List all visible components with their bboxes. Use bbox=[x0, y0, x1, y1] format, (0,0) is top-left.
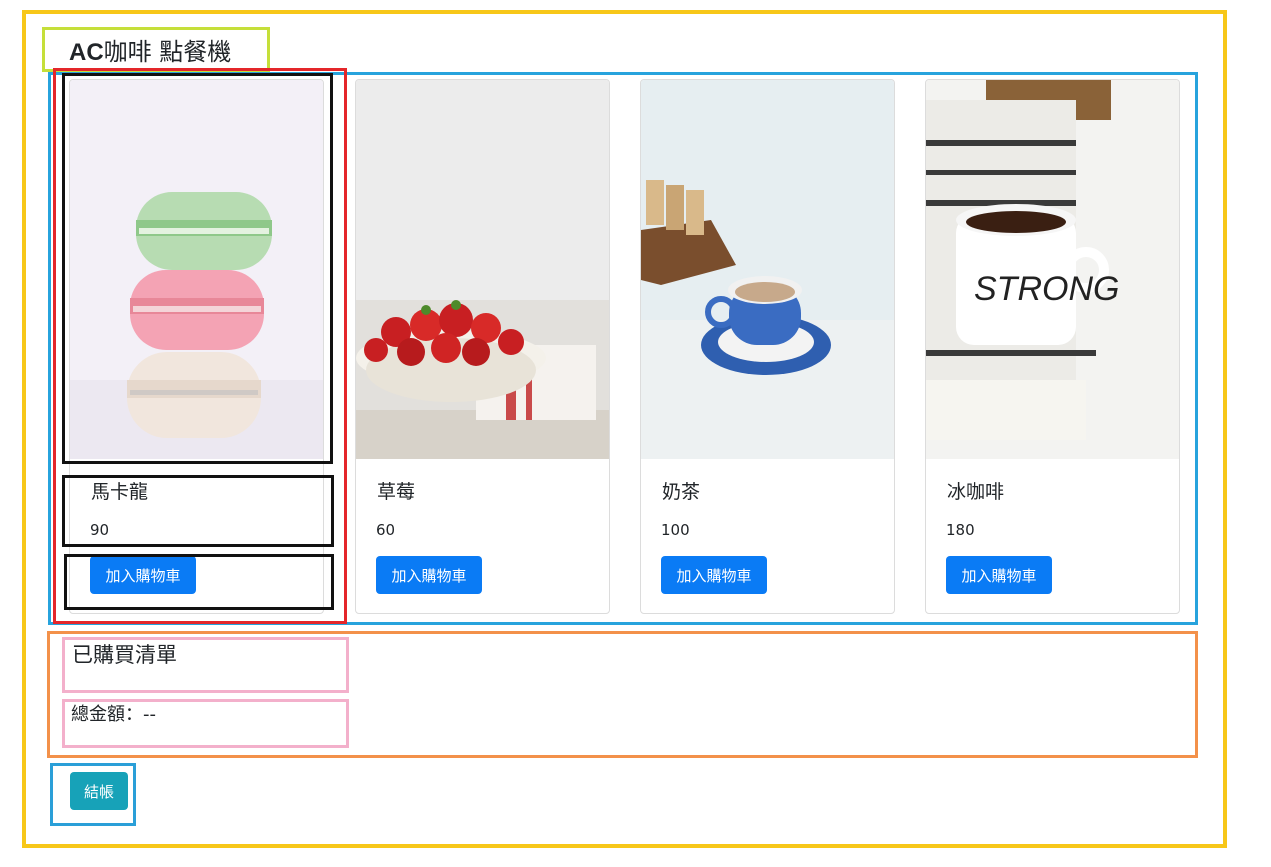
checkout-button[interactable]: 結帳 bbox=[70, 772, 128, 810]
card-body-frame bbox=[62, 475, 334, 547]
image-frame bbox=[62, 73, 333, 464]
order-total-value: -- bbox=[143, 704, 156, 725]
button-frame bbox=[64, 554, 334, 610]
order-total-label: 總金額： bbox=[71, 704, 143, 725]
page-title: AC咖啡 點餐機 bbox=[69, 38, 232, 66]
order-list-title: 已購買清單 bbox=[72, 643, 177, 667]
order-total: 總金額：-- bbox=[71, 703, 156, 727]
